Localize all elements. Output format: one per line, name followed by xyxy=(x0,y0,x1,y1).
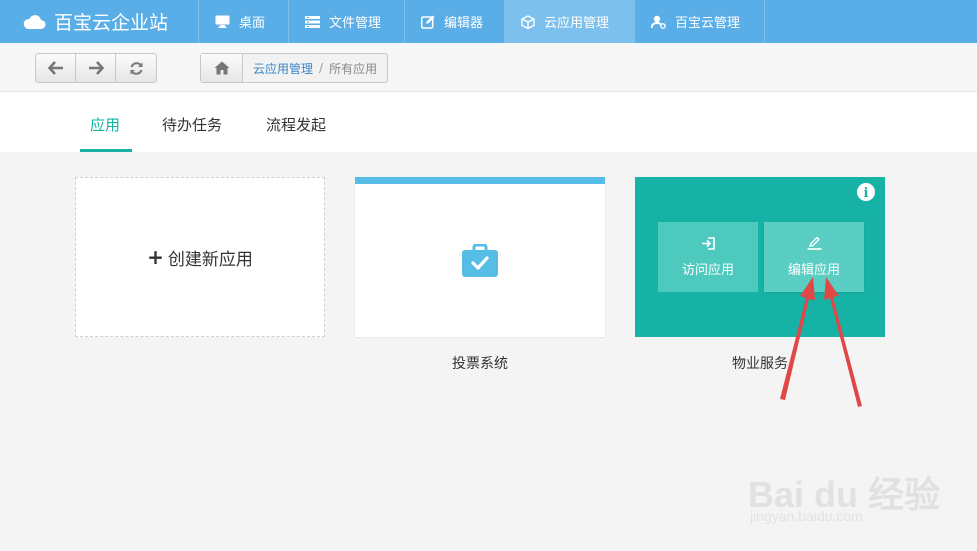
edit-app-label: 编辑应用 xyxy=(787,262,840,278)
tab-apps[interactable]: 应用 xyxy=(90,114,120,135)
plus-icon: + xyxy=(147,245,164,269)
toolbar: 云应用管理 / 所有应用 xyxy=(0,43,977,92)
info-icon[interactable]: i xyxy=(857,183,875,201)
file-list-icon xyxy=(305,15,320,28)
nav-label: 云应用管理 xyxy=(544,16,610,31)
active-tab-indicator xyxy=(80,149,132,152)
tab-pending-tasks[interactable]: 待办任务 xyxy=(162,114,222,135)
home-button[interactable] xyxy=(201,54,243,82)
brand[interactable]: 百宝云企业站 xyxy=(0,0,198,43)
cloud-icon xyxy=(23,14,46,29)
nav-label: 编辑器 xyxy=(444,16,484,31)
visit-app-label: 访问应用 xyxy=(681,262,734,278)
tab-start-process[interactable]: 流程发起 xyxy=(266,114,326,135)
nav-item-editor[interactable]: 编辑器 xyxy=(404,0,504,43)
create-app-card[interactable]: + 创建新应用 xyxy=(75,177,325,337)
nav-item-file-management[interactable]: 文件管理 xyxy=(288,0,404,43)
visit-app-button[interactable]: 访问应用 xyxy=(658,222,758,292)
user-settings-icon xyxy=(651,15,666,29)
cube-icon xyxy=(521,14,535,29)
forward-icon xyxy=(88,61,104,75)
monitor-icon xyxy=(215,15,230,28)
app-name-vote-system: 投票系统 xyxy=(452,356,508,372)
edit-icon xyxy=(421,15,435,29)
forward-button[interactable] xyxy=(76,54,116,82)
briefcase-check-icon xyxy=(462,243,498,277)
create-app-label: 创建新应用 xyxy=(167,249,253,270)
breadcrumb-link-cloud-app-management[interactable]: 云应用管理 xyxy=(253,60,313,77)
home-icon xyxy=(214,61,229,75)
nav-label: 桌面 xyxy=(239,16,266,31)
breadcrumb-separator: / xyxy=(319,61,324,75)
app-name-property-service: 物业服务 xyxy=(732,356,788,372)
nav-item-desktop[interactable]: 桌面 xyxy=(198,0,288,43)
history-button-group xyxy=(35,53,157,83)
info-glyph: i xyxy=(864,186,869,201)
refresh-icon xyxy=(130,61,142,75)
top-nav: 百宝云企业站 桌面 文件管理 编辑器 云应用管理 百宝云管理 xyxy=(0,0,977,43)
tab-bar: 应用 待办任务 流程发起 xyxy=(0,92,977,152)
back-icon xyxy=(47,61,63,75)
breadcrumb-trail: 云应用管理 / 所有应用 xyxy=(243,54,387,82)
nav-item-cloud-app-management[interactable]: 云应用管理 xyxy=(504,0,634,43)
sign-in-icon xyxy=(702,236,715,250)
watermark-url: jingyan.baidu.com xyxy=(750,508,863,524)
app-card-vote-system[interactable] xyxy=(355,177,605,337)
brand-title: 百宝云企业站 xyxy=(54,12,169,34)
breadcrumb-current: 所有应用 xyxy=(329,61,378,76)
app-card-property-service[interactable]: i 访问应用 编辑应用 xyxy=(635,177,885,337)
refresh-button[interactable] xyxy=(116,54,156,82)
nav-label: 百宝云管理 xyxy=(675,16,741,31)
nav-item-baibaoyun-management[interactable]: 百宝云管理 xyxy=(634,0,765,43)
breadcrumb: 云应用管理 / 所有应用 xyxy=(200,53,389,83)
baidu-watermark: Bai du 经验 jingyan.baidu.com xyxy=(748,458,948,528)
nav-label: 文件管理 xyxy=(329,16,382,31)
edit-app-button[interactable]: 编辑应用 xyxy=(764,222,864,292)
edit-pen-icon xyxy=(807,236,821,250)
back-button[interactable] xyxy=(36,54,76,82)
